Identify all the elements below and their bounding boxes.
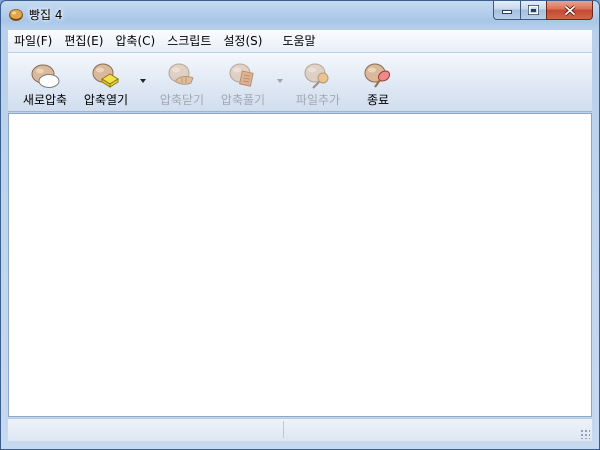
file-list-area[interactable] <box>8 113 592 417</box>
maximize-icon <box>528 5 539 15</box>
extract-label: 압축풀기 <box>220 93 266 107</box>
close-icon <box>563 4 576 16</box>
menu-settings[interactable]: 설정(S) <box>217 30 268 52</box>
resize-grip-icon[interactable] <box>580 429 590 439</box>
close-button[interactable] <box>546 1 593 20</box>
exit-button[interactable]: 종료 <box>354 59 402 107</box>
status-bar <box>8 418 592 441</box>
menu-compress[interactable]: 압축(C) <box>109 30 161 52</box>
open-archive-button[interactable]: 압축열기 <box>77 59 135 107</box>
new-archive-button[interactable]: 새로압축 <box>13 59 77 107</box>
toolbar: 새로압축 압축열기 압축닫기 압축풀기 파일추가 종료 <box>8 53 592 112</box>
extract-dropdown-arrow[interactable] <box>277 79 283 83</box>
exit-icon <box>364 63 391 88</box>
bread-app-icon[interactable] <box>8 6 24 22</box>
minimize-button[interactable] <box>493 1 520 20</box>
close-archive-label: 압축닫기 <box>159 93 205 107</box>
status-pane-left <box>8 421 282 438</box>
new-archive-label: 새로압축 <box>22 93 68 107</box>
open-archive-dropdown-arrow[interactable] <box>140 79 146 83</box>
app-window: 빵집 4 파일(F) 편집(E) 압축(C) 스크립트 설정(S) 도움말 새로… <box>0 0 600 450</box>
maximize-button[interactable] <box>520 1 546 20</box>
add-files-button[interactable]: 파일추가 <box>289 59 347 107</box>
close-archive-icon <box>168 63 194 85</box>
minimize-icon <box>502 10 512 14</box>
add-files-label: 파일추가 <box>295 93 341 107</box>
extract-button[interactable]: 압축풀기 <box>214 59 272 107</box>
close-archive-button[interactable]: 압축닫기 <box>153 59 211 107</box>
open-archive-icon <box>92 63 119 88</box>
menu-bar: 파일(F) 편집(E) 압축(C) 스크립트 설정(S) 도움말 <box>8 30 592 52</box>
title-bar[interactable]: 빵집 4 <box>1 1 599 27</box>
status-pane-right <box>283 421 584 438</box>
add-files-icon <box>304 63 329 89</box>
menu-edit[interactable]: 편집(E) <box>58 30 109 52</box>
menu-file[interactable]: 파일(F) <box>8 30 58 52</box>
menu-help[interactable]: 도움말 <box>276 30 321 52</box>
new-archive-icon <box>31 64 60 88</box>
menu-script[interactable]: 스크립트 <box>161 30 217 52</box>
exit-label: 종료 <box>366 93 390 107</box>
open-archive-label: 압축열기 <box>83 93 129 107</box>
extract-icon <box>229 63 254 87</box>
caption-buttons <box>493 1 593 20</box>
window-title: 빵집 4 <box>29 8 63 22</box>
